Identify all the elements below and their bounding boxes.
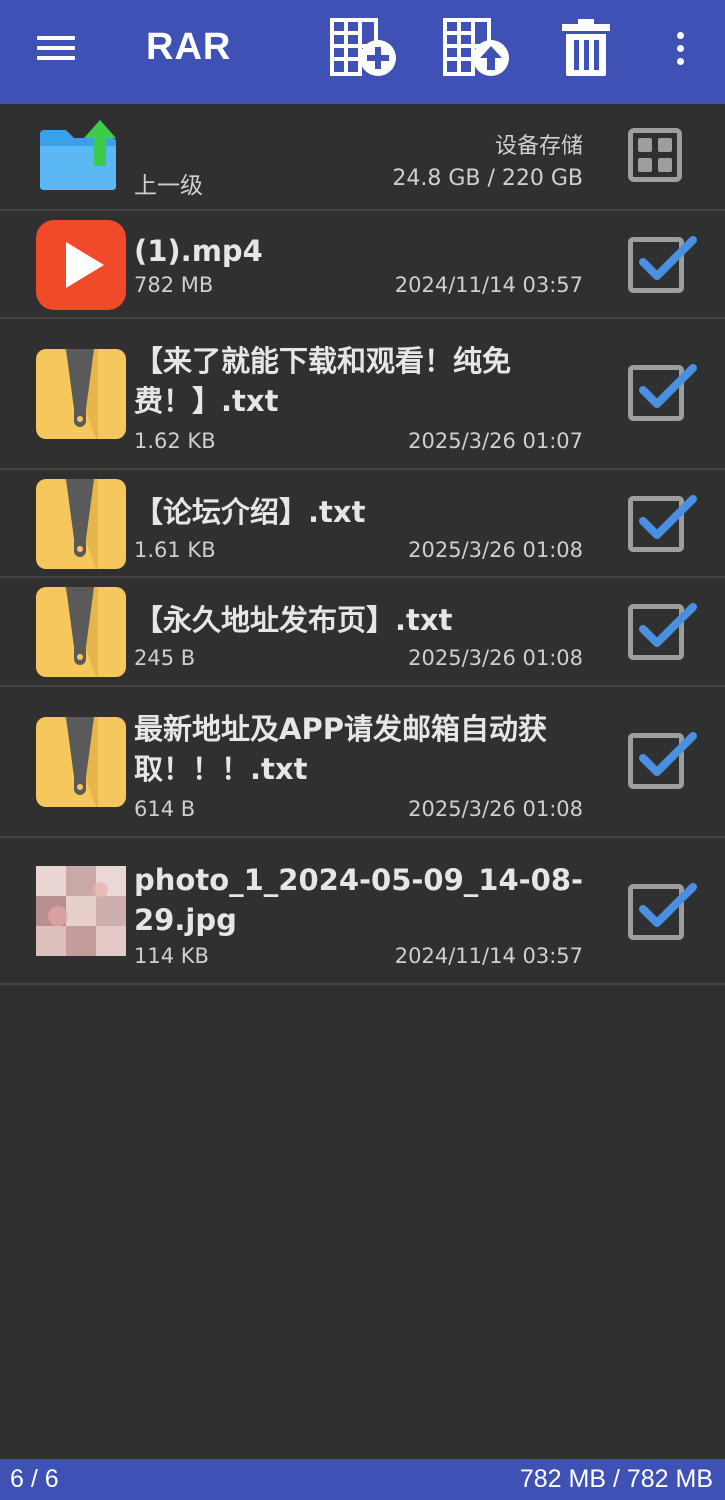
- file-name: 【永久地址发布页】.txt: [134, 603, 453, 637]
- archive-file-icon: [36, 717, 126, 807]
- list-item[interactable]: 【来了就能下载和观看！纯免费！】.txt 1.62 KB 2025/3/26 0…: [0, 319, 725, 470]
- folder-up-icon: [36, 116, 120, 196]
- checkbox[interactable]: [628, 495, 697, 552]
- file-size: 245 B: [134, 646, 196, 670]
- file-date: 2025/3/26 01:07: [408, 429, 583, 453]
- file-size: 1.62 KB: [134, 429, 216, 453]
- grid-view-icon[interactable]: [628, 128, 682, 182]
- more-vert-icon[interactable]: [664, 26, 698, 70]
- add-to-archive-icon[interactable]: [328, 16, 400, 80]
- list-item[interactable]: 最新地址及APP请发邮箱自动获取！！！.txt 614 B 2025/3/26 …: [0, 687, 725, 838]
- file-size: 782 MB: [134, 273, 214, 297]
- list-item[interactable]: (1).mp4 782 MB 2024/11/14 03:57: [0, 211, 725, 319]
- file-date: 2025/3/26 01:08: [408, 797, 583, 821]
- file-size: 614 B: [134, 797, 196, 821]
- parent-folder-row[interactable]: 上一级 设备存储 24.8 GB / 220 GB: [0, 104, 725, 211]
- list-item[interactable]: photo_1_2024-05-09_14-08-29.jpg 114 KB 2…: [0, 838, 725, 985]
- file-date: 2024/11/14 03:57: [394, 944, 583, 968]
- file-size: 114 KB: [134, 944, 209, 968]
- trash-icon[interactable]: [556, 16, 616, 80]
- menu-icon[interactable]: [30, 26, 82, 70]
- list-item[interactable]: 【论坛介绍】.txt 1.61 KB 2025/3/26 01:08: [0, 470, 725, 578]
- file-name: 【来了就能下载和观看！纯免费！】.txt: [134, 344, 512, 418]
- parent-label: 上一级: [134, 173, 203, 199]
- file-date: 2025/3/26 01:08: [408, 538, 583, 562]
- file-date: 2024/11/14 03:57: [394, 273, 583, 297]
- file-name: 最新地址及APP请发邮箱自动获取！！！.txt: [134, 712, 547, 786]
- file-name: (1).mp4: [134, 234, 263, 268]
- app-title: RAR: [146, 26, 232, 68]
- checkbox[interactable]: [628, 732, 697, 789]
- status-bar: 6 / 6 782 MB / 782 MB: [0, 1459, 725, 1500]
- selection-count: 6 / 6: [10, 1465, 59, 1493]
- image-thumbnail: [36, 866, 126, 956]
- checkbox[interactable]: [628, 603, 697, 660]
- checkbox[interactable]: [628, 364, 697, 421]
- extract-icon[interactable]: [441, 16, 513, 80]
- storage-label: 设备存储: [494, 134, 583, 159]
- archive-file-icon: [36, 349, 126, 439]
- video-file-icon: [36, 220, 126, 310]
- storage-size: 24.8 GB / 220 GB: [392, 166, 583, 191]
- app-bar: RAR: [0, 0, 725, 104]
- archive-file-icon: [36, 479, 126, 569]
- list-item[interactable]: 【永久地址发布页】.txt 245 B 2025/3/26 01:08: [0, 578, 725, 687]
- checkbox[interactable]: [628, 236, 697, 293]
- selection-total-size: 782 MB / 782 MB: [519, 1465, 713, 1493]
- archive-file-icon: [36, 587, 126, 677]
- file-size: 1.61 KB: [134, 538, 216, 562]
- file-name: 【论坛介绍】.txt: [134, 495, 366, 529]
- file-name: photo_1_2024-05-09_14-08-29.jpg: [134, 863, 584, 937]
- checkbox[interactable]: [628, 883, 697, 940]
- file-date: 2025/3/26 01:08: [408, 646, 583, 670]
